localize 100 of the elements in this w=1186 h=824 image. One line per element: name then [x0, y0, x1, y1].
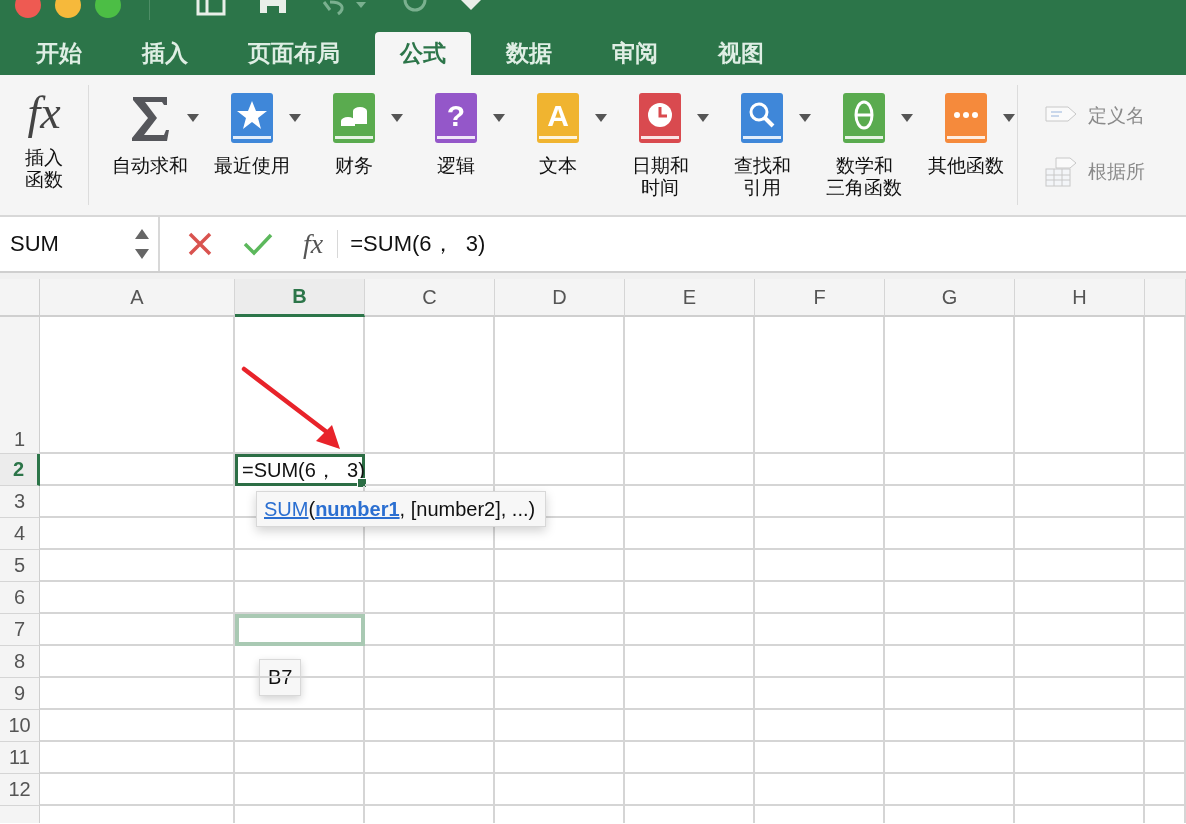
formula-field[interactable]: =SUM(6， 3): [350, 229, 486, 259]
sheet-cell[interactable]: [365, 582, 495, 614]
sheet-cell[interactable]: [1015, 454, 1145, 486]
sheet-cell[interactable]: [365, 646, 495, 678]
ribbon-tab[interactable]: 页面布局: [223, 32, 365, 75]
row-header[interactable]: 7: [0, 614, 40, 646]
row-header[interactable]: 9: [0, 678, 40, 710]
ribbon-tab[interactable]: 开始: [11, 32, 107, 75]
sheet-cell[interactable]: [1145, 614, 1186, 646]
sheet-cell[interactable]: [40, 678, 235, 710]
sheet-cell[interactable]: [755, 582, 885, 614]
sheet-cell[interactable]: [235, 550, 365, 582]
insert-function-button[interactable]: fx 插入 函数: [25, 87, 63, 191]
caret-icon[interactable]: [460, 0, 482, 12]
sheet-cell[interactable]: [40, 317, 235, 454]
sheet-cell[interactable]: [1015, 317, 1145, 454]
sheet-cell[interactable]: [495, 710, 625, 742]
sheet-cell[interactable]: [365, 550, 495, 582]
sheet-cell[interactable]: [365, 774, 495, 806]
sheet-cell[interactable]: [625, 582, 755, 614]
cancel-icon[interactable]: [187, 231, 213, 257]
checkmark-icon[interactable]: [243, 231, 273, 257]
sheet-cell[interactable]: [40, 550, 235, 582]
sheet-cell[interactable]: [40, 614, 235, 646]
sheet-cell[interactable]: [1145, 317, 1186, 454]
column-header[interactable]: A: [40, 279, 235, 317]
sheet-cell[interactable]: [1145, 518, 1186, 550]
sheet-cell[interactable]: [885, 774, 1015, 806]
sheet-cell[interactable]: [755, 518, 885, 550]
ribbon-tab[interactable]: 视图: [693, 32, 789, 75]
sheet-cell[interactable]: [1145, 646, 1186, 678]
argument-link[interactable]: number1: [315, 497, 400, 521]
sheet-cell[interactable]: [885, 454, 1015, 486]
sidebar-icon[interactable]: [196, 0, 226, 16]
sheet-cell[interactable]: [1015, 614, 1145, 646]
column-header[interactable]: D: [495, 279, 625, 317]
column-header[interactable]: C: [365, 279, 495, 317]
sheet-cell[interactable]: [1145, 774, 1186, 806]
sheet-cell[interactable]: [495, 774, 625, 806]
sheet-cell[interactable]: [495, 678, 625, 710]
sheet-cell[interactable]: [755, 550, 885, 582]
row-header[interactable]: 6: [0, 582, 40, 614]
column-header[interactable]: G: [885, 279, 1015, 317]
row-header[interactable]: 8: [0, 646, 40, 678]
ribbon-tab[interactable]: 数据: [481, 32, 577, 75]
sheet-cell[interactable]: [1015, 678, 1145, 710]
sheet-cell[interactable]: [885, 518, 1015, 550]
sheet-cell[interactable]: [625, 454, 755, 486]
sheet-cell[interactable]: [755, 710, 885, 742]
function-category-button[interactable]: 财务: [303, 75, 405, 177]
ribbon-tab[interactable]: 审阅: [587, 32, 683, 75]
sheet-cell[interactable]: [40, 454, 235, 486]
sheet-cell[interactable]: [235, 582, 365, 614]
sheet-cell[interactable]: [1145, 454, 1186, 486]
sheet-cell[interactable]: [625, 518, 755, 550]
sheet-cell[interactable]: [755, 317, 885, 454]
sheet-cell[interactable]: [885, 646, 1015, 678]
sheet-cell[interactable]: [755, 678, 885, 710]
sheet-cell[interactable]: [365, 710, 495, 742]
sheet-cell[interactable]: [40, 518, 235, 550]
sheet-cell[interactable]: [235, 742, 365, 774]
sheet-cell[interactable]: [495, 317, 625, 454]
sheet-cell[interactable]: [40, 710, 235, 742]
row-header[interactable]: 1: [0, 317, 40, 454]
sheet-cell[interactable]: [625, 678, 755, 710]
sheet-cell[interactable]: [1015, 774, 1145, 806]
sheet-cell[interactable]: [625, 710, 755, 742]
sheet-cell[interactable]: [40, 774, 235, 806]
sheet-cell[interactable]: [625, 486, 755, 518]
column-header[interactable]: F: [755, 279, 885, 317]
sheet-cell[interactable]: [495, 646, 625, 678]
sheet-cell[interactable]: [625, 742, 755, 774]
row-header[interactable]: 11: [0, 742, 40, 774]
sheet-cell[interactable]: [1015, 550, 1145, 582]
sheet-cell[interactable]: [755, 486, 885, 518]
sheet-cell[interactable]: [625, 646, 755, 678]
ribbon-tab[interactable]: 插入: [117, 32, 213, 75]
sheet-cell[interactable]: [365, 742, 495, 774]
sheet-cell[interactable]: [495, 742, 625, 774]
row-header[interactable]: 4: [0, 518, 40, 550]
sheet-cell[interactable]: [885, 317, 1015, 454]
function-name-link[interactable]: SUM: [264, 497, 309, 521]
function-category-button[interactable]: ? 逻辑: [405, 75, 507, 177]
row-header[interactable]: 12: [0, 774, 40, 806]
function-category-button[interactable]: A 文本: [507, 75, 609, 177]
sheet-cell[interactable]: [755, 454, 885, 486]
sheet-cell[interactable]: [365, 614, 495, 646]
sheet-cell[interactable]: [885, 582, 1015, 614]
sheet-cell[interactable]: [1145, 486, 1186, 518]
sheet-cell[interactable]: [365, 678, 495, 710]
sheet-cell[interactable]: [625, 614, 755, 646]
sheet-cell[interactable]: [885, 486, 1015, 518]
function-category-button[interactable]: 日期和 时间: [609, 75, 711, 199]
sheet-cell[interactable]: [1015, 742, 1145, 774]
sheet-cell[interactable]: [1015, 710, 1145, 742]
sheet-cell[interactable]: [495, 614, 625, 646]
select-all-button[interactable]: [0, 279, 40, 317]
sheet-cell[interactable]: [885, 742, 1015, 774]
function-category-button[interactable]: 查找和 引用: [711, 75, 813, 199]
sheet-cell[interactable]: [1015, 582, 1145, 614]
